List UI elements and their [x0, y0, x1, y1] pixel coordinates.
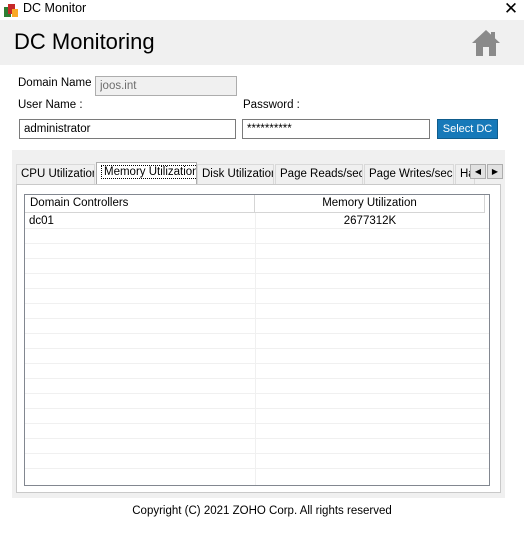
user-name-label: User Name :	[18, 99, 83, 111]
app-icon	[4, 4, 18, 17]
table-row-empty	[25, 409, 489, 424]
table-row-empty	[25, 319, 489, 334]
table-row-empty	[25, 364, 489, 379]
tab-disk-utilization[interactable]: Disk Utilization	[197, 164, 274, 184]
close-button[interactable]: ✕	[498, 0, 524, 20]
table-row[interactable]: dc01 2677312K	[25, 214, 489, 229]
table-row-empty	[25, 454, 489, 469]
tab-cpu-utilization[interactable]: CPU Utilization	[16, 164, 95, 184]
page-title: DC Monitoring	[14, 29, 155, 54]
password-label: Password :	[243, 99, 300, 111]
table-row-empty	[25, 379, 489, 394]
window-title: DC Monitor	[23, 1, 87, 15]
table-row-empty	[25, 259, 489, 274]
table-row-empty	[25, 304, 489, 319]
user-name-field[interactable]	[19, 119, 236, 139]
table-cell-dc: dc01	[29, 215, 54, 227]
tab-scroll-left-icon[interactable]: ◀	[470, 164, 486, 179]
title-bar: DC Monitor ✕	[0, 0, 524, 20]
tab-scroll-right-icon[interactable]: ▶	[487, 164, 503, 179]
tab-memory-utilization[interactable]: Memory Utilization	[96, 162, 197, 184]
select-dc-button[interactable]: Select DC	[437, 119, 498, 139]
column-header-domain-controllers[interactable]: Domain Controllers	[25, 195, 255, 213]
copyright-text: Copyright (C) 2021 ZOHO Corp. All rights…	[132, 505, 392, 517]
table-row-empty	[25, 424, 489, 439]
table-row-empty	[25, 349, 489, 364]
table-row-empty	[25, 334, 489, 349]
table-cell-memory: 2677312K	[343, 215, 397, 227]
table-row-empty	[25, 289, 489, 304]
table-row-empty	[25, 244, 489, 259]
domain-name-field[interactable]	[95, 76, 237, 96]
tab-page-writes[interactable]: Page Writes/sec	[364, 164, 454, 184]
domain-name-label: Domain Name :	[18, 77, 98, 89]
table-row-empty	[25, 439, 489, 454]
tab-page-reads[interactable]: Page Reads/sec	[275, 164, 363, 184]
column-header-memory-utilization[interactable]: Memory Utilization	[255, 195, 485, 213]
password-field[interactable]	[242, 119, 430, 139]
app-header: DC Monitoring	[0, 20, 524, 65]
dc-table[interactable]: Domain Controllers Memory Utilization dc…	[24, 194, 490, 486]
table-row-empty	[25, 229, 489, 244]
home-icon[interactable]	[470, 27, 502, 59]
table-row-empty	[25, 394, 489, 409]
table-row-empty	[25, 274, 489, 289]
table-header: Domain Controllers Memory Utilization	[25, 195, 489, 213]
